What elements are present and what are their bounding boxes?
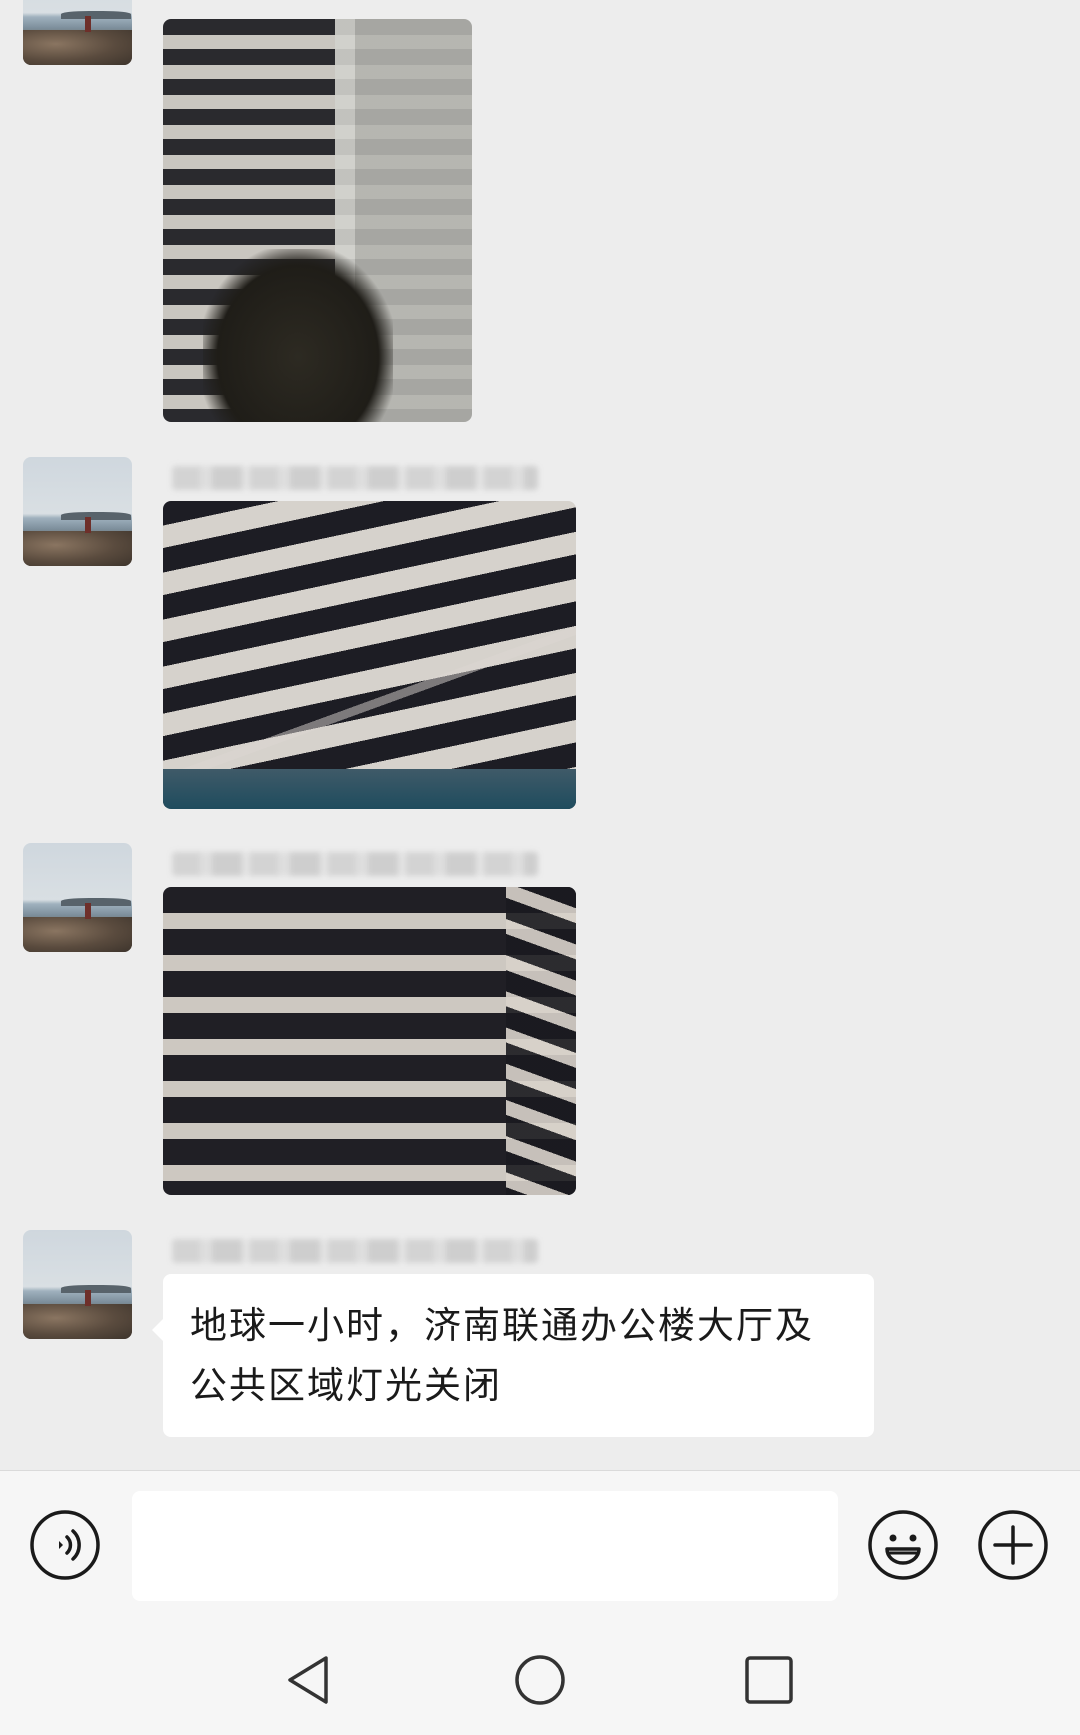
plus-icon[interactable]	[977, 1509, 1049, 1581]
sender-name-blurred	[172, 466, 538, 490]
sender-avatar[interactable]	[23, 0, 132, 65]
message-text-line: 地球一小时，济南联通办公楼大厅及	[190, 1304, 814, 1347]
sender-avatar[interactable]	[23, 457, 132, 566]
sender-name-blurred	[172, 852, 538, 876]
image-message[interactable]	[163, 887, 576, 1195]
text-message-bubble[interactable]: 地球一小时，济南联通办公楼大厅及 公共区域灯光关闭	[152, 1274, 874, 1437]
message-input-bar	[0, 1470, 1080, 1606]
voice-icon[interactable]	[29, 1509, 101, 1581]
sender-name-blurred	[172, 1239, 538, 1263]
recents-icon[interactable]	[741, 1652, 797, 1708]
sender-avatar[interactable]	[23, 843, 132, 952]
back-icon[interactable]	[282, 1652, 338, 1708]
image-message[interactable]	[163, 501, 576, 809]
message-input[interactable]	[132, 1491, 838, 1601]
message-text-line: 公共区域灯光关闭	[190, 1364, 502, 1407]
system-navigation-bar	[0, 1605, 1080, 1735]
sender-avatar[interactable]	[23, 1230, 132, 1339]
emoji-icon[interactable]	[867, 1509, 939, 1581]
chat-message-list[interactable]: 地球一小时，济南联通办公楼大厅及 公共区域灯光关闭	[0, 0, 1080, 1470]
image-message[interactable]	[163, 19, 472, 422]
home-icon[interactable]	[512, 1652, 568, 1708]
